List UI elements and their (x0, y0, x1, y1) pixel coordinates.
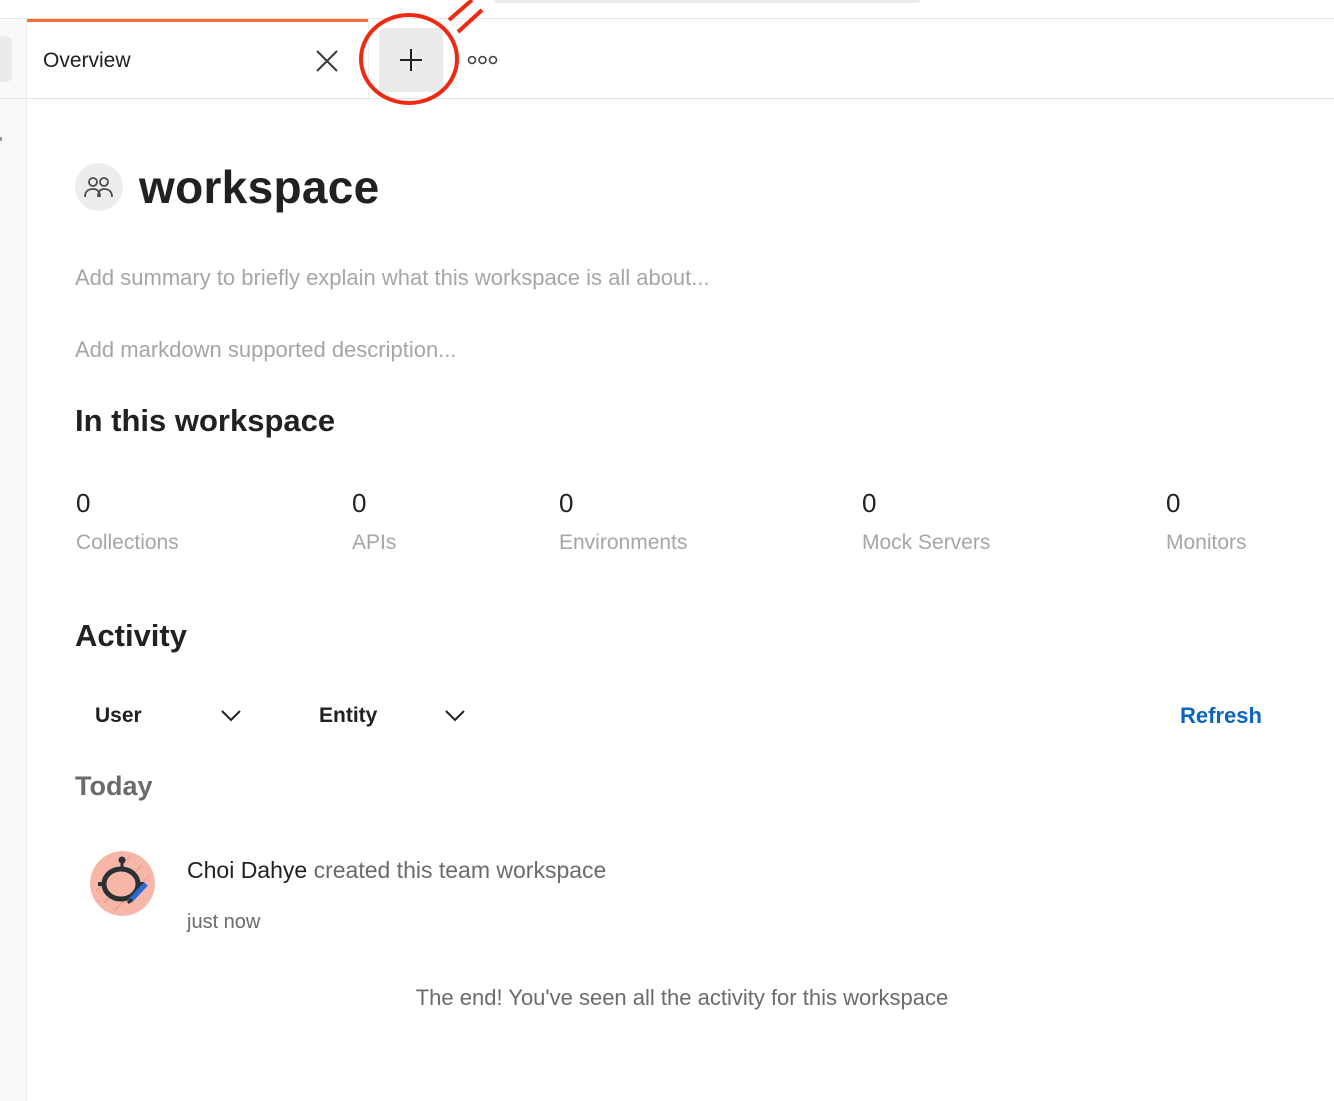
activity-action: created this team workspace (307, 857, 607, 883)
sidebar-tab[interactable] (0, 36, 12, 82)
stat-count: 0 (862, 488, 877, 518)
active-tab-indicator (27, 19, 368, 22)
stat-label: Environments (559, 531, 688, 554)
stat-label: Monitors (1166, 531, 1247, 554)
tab-overview-label: Overview (43, 49, 131, 72)
plus-icon (400, 49, 422, 71)
stat-collections[interactable]: 0 Collections (76, 488, 179, 555)
stat-label: Mock Servers (862, 531, 991, 554)
user-filter-dropdown[interactable]: User (95, 702, 245, 734)
stat-count: 0 (559, 488, 574, 518)
search-bar-edge[interactable] (494, 0, 920, 3)
stat-label: Collections (76, 531, 179, 554)
end-of-activity-message: The end! You've seen all the activity fo… (415, 985, 949, 1010)
chevron-down-icon (445, 710, 465, 722)
sidebar-collapsed (0, 19, 27, 1101)
stat-monitors[interactable]: 0 Monitors (1166, 488, 1247, 555)
stat-label: APIs (352, 531, 397, 554)
user-filter-label: User (95, 704, 142, 727)
more-options-icon[interactable] (467, 53, 499, 67)
refresh-button[interactable]: Refresh (1180, 703, 1262, 729)
stat-count: 0 (352, 488, 367, 518)
entity-filter-dropdown[interactable]: Entity (319, 702, 469, 734)
close-icon[interactable] (315, 49, 339, 73)
section-heading-activity: Activity (75, 618, 187, 653)
description-field[interactable]: Add markdown supported description... (75, 337, 457, 363)
stat-environments[interactable]: 0 Environments (559, 488, 687, 555)
stat-mock-servers[interactable]: 0 Mock Servers (862, 488, 990, 555)
avatar (90, 851, 155, 916)
activity-user-link[interactable]: Choi Dahye (187, 857, 307, 883)
team-icon (75, 163, 123, 211)
tab-bar: Overview (27, 19, 1334, 99)
stat-apis[interactable]: 0 APIs (352, 488, 396, 555)
section-heading-in-workspace: In this workspace (75, 403, 336, 438)
top-bar (0, 0, 1334, 19)
activity-timestamp: just now (187, 911, 261, 933)
stat-count: 0 (76, 488, 91, 518)
sidebar-handle[interactable] (0, 137, 2, 141)
activity-item-text: Choi Dahye created this team workspace (187, 857, 606, 884)
sidebar-divider (0, 98, 26, 99)
page-title: workspace (139, 161, 380, 213)
new-tab-button[interactable] (379, 28, 443, 92)
entity-filter-label: Entity (319, 704, 378, 727)
tab-overview[interactable]: Overview (27, 19, 369, 98)
stat-count: 0 (1166, 488, 1181, 518)
chevron-down-icon (221, 710, 241, 722)
activity-group-heading: Today (75, 771, 153, 801)
summary-field[interactable]: Add summary to briefly explain what this… (75, 265, 710, 291)
